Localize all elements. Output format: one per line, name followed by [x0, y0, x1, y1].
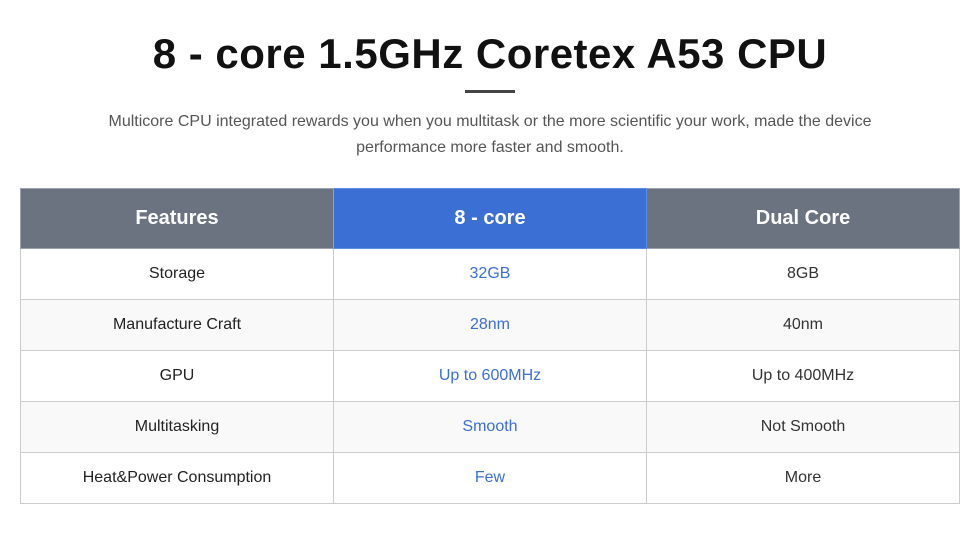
- page-title: 8 - core 1.5GHz Coretex A53 CPU: [153, 30, 828, 78]
- cell-8core-value: 32GB: [334, 249, 647, 300]
- table-row: Heat&Power ConsumptionFewMore: [21, 453, 960, 504]
- cell-dual-value: Up to 400MHz: [647, 351, 960, 402]
- cell-feature: Multitasking: [21, 402, 334, 453]
- comparison-table: Features 8 - core Dual Core Storage32GB8…: [20, 188, 960, 504]
- table-row: Manufacture Craft28nm40nm: [21, 300, 960, 351]
- cell-dual-value: 40nm: [647, 300, 960, 351]
- cell-feature: Heat&Power Consumption: [21, 453, 334, 504]
- cell-8core-value: Up to 600MHz: [334, 351, 647, 402]
- cell-dual-value: Not Smooth: [647, 402, 960, 453]
- col-header-8core: 8 - core: [334, 189, 647, 249]
- col-header-dualcore: Dual Core: [647, 189, 960, 249]
- table-row: MultitaskingSmoothNot Smooth: [21, 402, 960, 453]
- cell-dual-value: More: [647, 453, 960, 504]
- cell-8core-value: Few: [334, 453, 647, 504]
- cell-8core-value: 28nm: [334, 300, 647, 351]
- col-header-features: Features: [21, 189, 334, 249]
- cell-8core-value: Smooth: [334, 402, 647, 453]
- table-row: Storage32GB8GB: [21, 249, 960, 300]
- page-subtitle: Multicore CPU integrated rewards you whe…: [80, 109, 900, 160]
- title-divider: [465, 90, 515, 93]
- cell-dual-value: 8GB: [647, 249, 960, 300]
- table-row: GPUUp to 600MHzUp to 400MHz: [21, 351, 960, 402]
- cell-feature: Storage: [21, 249, 334, 300]
- cell-feature: GPU: [21, 351, 334, 402]
- cell-feature: Manufacture Craft: [21, 300, 334, 351]
